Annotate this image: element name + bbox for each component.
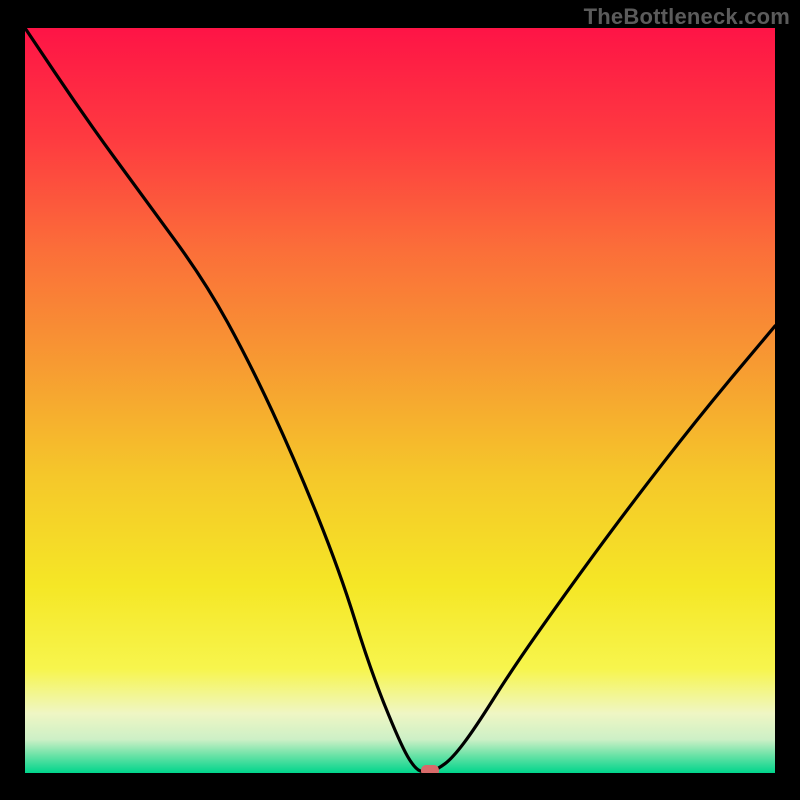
watermark-text: TheBottleneck.com [584,4,790,30]
optimal-marker [421,765,439,773]
plot-area [25,28,775,773]
chart-frame: TheBottleneck.com [0,0,800,800]
bottleneck-chart [25,28,775,773]
gradient-background [25,28,775,773]
